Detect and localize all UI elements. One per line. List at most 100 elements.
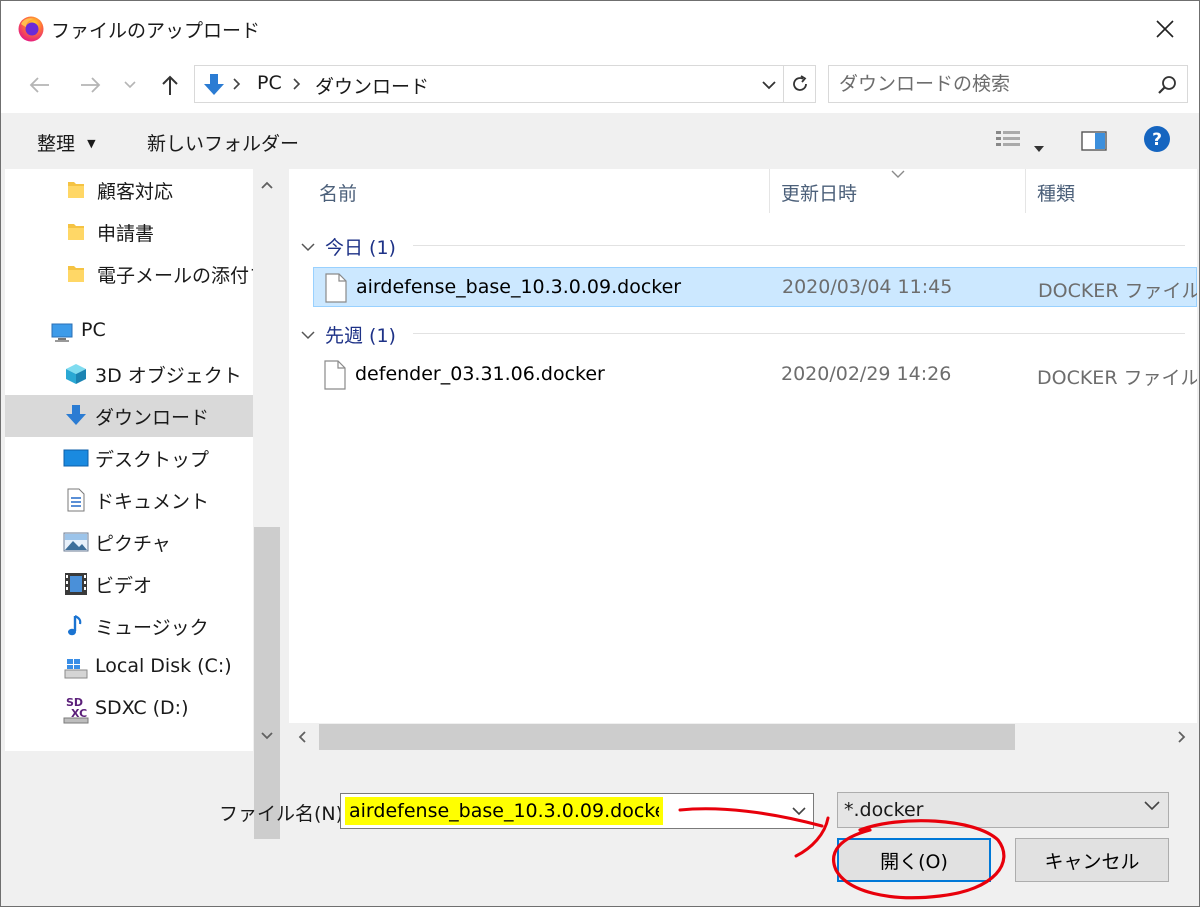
- new-folder-button[interactable]: 新しいフォルダー: [147, 129, 299, 156]
- folder-icon: [68, 224, 84, 240]
- scrollbar-thumb[interactable]: [254, 527, 280, 839]
- sidebar-item-sdxc[interactable]: SD XC SDXC (D:): [5, 689, 253, 731]
- chevron-left-icon[interactable]: [293, 727, 313, 747]
- sort-chevron-icon: [891, 170, 905, 178]
- file-modified: 2020/02/29 14:26: [781, 363, 952, 385]
- sidebar-item-label: ダウンロード: [95, 407, 210, 429]
- open-button[interactable]: 開く(O): [837, 838, 991, 882]
- chevron-down-icon: [792, 806, 806, 815]
- pictures-icon: [63, 532, 89, 552]
- sidebar-item-customer-support[interactable]: 顧客対応: [5, 169, 253, 211]
- file-type: DOCKER ファイル: [1037, 367, 1197, 389]
- sidebar-item-music[interactable]: ミュージック: [5, 605, 253, 647]
- file-upload-dialog: ファイルのアップロード PC ダウンロード ダウンロードの検索 整理 ▼ 新しい…: [0, 0, 1200, 907]
- sidebar-item-label: SDXC (D:): [95, 697, 189, 719]
- filename-label: ファイル名(N):: [219, 803, 350, 825]
- sidebar-item-label: ドキュメント: [95, 491, 210, 513]
- file-modified: 2020/03/04 11:45: [782, 276, 953, 298]
- sidebar-item-label: ミュージック: [95, 617, 209, 639]
- chevron-down-icon: [1144, 801, 1160, 811]
- sidebar-item-email-attachments[interactable]: 電子メールの添付フ: [5, 253, 253, 295]
- group-header-today[interactable]: 今日 (1): [301, 233, 396, 260]
- sidebar-item-documents[interactable]: ドキュメント: [5, 479, 253, 521]
- organize-label: 整理: [37, 133, 76, 155]
- sdxc-icon: SD XC: [63, 696, 89, 724]
- preview-pane-button[interactable]: [1081, 131, 1107, 156]
- sidebar-item-label: PC: [81, 319, 106, 341]
- address-bar[interactable]: PC ダウンロード: [194, 65, 816, 103]
- chevron-right-icon[interactable]: [1171, 727, 1191, 747]
- breadcrumb-downloads[interactable]: ダウンロード: [315, 72, 429, 99]
- arrow-right-icon: [81, 77, 101, 93]
- group-label: 先週 (1): [325, 325, 396, 347]
- filename-input[interactable]: [345, 797, 663, 825]
- arrow-up-icon: [162, 75, 178, 95]
- column-header-name[interactable]: 名前: [319, 179, 357, 206]
- file-type-filter[interactable]: *.docker: [837, 792, 1169, 828]
- svg-text:?: ?: [1152, 130, 1162, 150]
- file-icon: [325, 273, 347, 303]
- forward-button[interactable]: [73, 69, 107, 101]
- sidebar-item-pc[interactable]: PC: [5, 311, 253, 353]
- refresh-button[interactable]: [783, 66, 815, 102]
- group-divider: [413, 333, 1185, 334]
- file-row[interactable]: defender_03.31.06.docker 2020/02/29 14:2…: [313, 355, 1197, 395]
- recent-locations-button[interactable]: [117, 69, 143, 101]
- chevron-down-icon[interactable]: [257, 725, 277, 745]
- group-label: 今日 (1): [325, 237, 396, 259]
- breadcrumb-pc[interactable]: PC: [257, 72, 282, 94]
- view-options-button[interactable]: [995, 129, 1021, 156]
- close-icon: [1156, 20, 1174, 38]
- cancel-button[interactable]: キャンセル: [1015, 838, 1169, 882]
- sidebar-item-label: 顧客対応: [97, 181, 174, 203]
- caret-down-icon: ▼: [87, 137, 96, 150]
- sidebar-item-applications[interactable]: 申請書: [5, 211, 253, 253]
- sidebar-item-downloads[interactable]: ダウンロード: [5, 395, 253, 437]
- sidebar-item-label: ビデオ: [95, 575, 153, 597]
- sidebar-item-label: 3D オブジェクト: [95, 365, 242, 387]
- sidebar-item-3d-objects[interactable]: 3D オブジェクト: [5, 353, 253, 395]
- firefox-icon: [18, 16, 44, 42]
- local-disk-icon: [64, 659, 88, 679]
- documents-icon: [67, 488, 85, 512]
- help-button[interactable]: ?: [1143, 125, 1171, 158]
- refresh-icon: [792, 75, 807, 91]
- title-bar: ファイルのアップロード: [1, 1, 1199, 57]
- sidebar-item-videos[interactable]: ビデオ: [5, 563, 253, 605]
- scrollbar-thumb[interactable]: [319, 724, 1015, 750]
- search-box: [828, 65, 1188, 103]
- address-dropdown-button[interactable]: [758, 74, 780, 96]
- back-button[interactable]: [23, 69, 57, 101]
- up-button[interactable]: [153, 69, 187, 101]
- file-row[interactable]: airdefense_base_10.3.0.09.docker 2020/03…: [313, 267, 1197, 307]
- window-title: ファイルのアップロード: [51, 20, 261, 42]
- group-divider: [413, 245, 1185, 246]
- desktop-icon: [63, 449, 89, 467]
- search-input[interactable]: [839, 72, 1139, 96]
- file-name: defender_03.31.06.docker: [355, 363, 605, 385]
- column-divider[interactable]: [1025, 169, 1026, 213]
- group-header-last-week[interactable]: 先週 (1): [301, 321, 396, 348]
- filename-combobox: [340, 793, 814, 829]
- column-divider[interactable]: [769, 169, 770, 213]
- horizontal-scrollbar[interactable]: [289, 723, 1197, 751]
- chevron-down-icon: [124, 81, 136, 89]
- close-button[interactable]: [1131, 1, 1199, 57]
- column-header-type[interactable]: 種類: [1037, 179, 1075, 206]
- sidebar-item-local-disk[interactable]: Local Disk (C:): [5, 647, 253, 689]
- organize-button[interactable]: 整理 ▼: [37, 129, 96, 156]
- filename-dropdown-button[interactable]: [789, 801, 809, 821]
- file-type: DOCKER ファイル: [1038, 280, 1197, 302]
- column-header-modified[interactable]: 更新日時: [781, 179, 857, 206]
- chevron-up-icon[interactable]: [257, 175, 277, 195]
- folder-icon: [68, 182, 84, 198]
- sidebar-item-desktop[interactable]: デスクトップ: [5, 437, 253, 479]
- file-name: airdefense_base_10.3.0.09.docker: [356, 276, 682, 298]
- sidebar-item-pictures[interactable]: ピクチャ: [5, 521, 253, 563]
- navigation-scrollbar[interactable]: [253, 169, 281, 839]
- sidebar-item-label: ピクチャ: [95, 533, 171, 555]
- arrow-left-icon: [29, 77, 49, 93]
- downloads-icon: [204, 74, 224, 95]
- search-icon[interactable]: [1157, 75, 1177, 95]
- view-options-dropdown[interactable]: [1034, 135, 1044, 157]
